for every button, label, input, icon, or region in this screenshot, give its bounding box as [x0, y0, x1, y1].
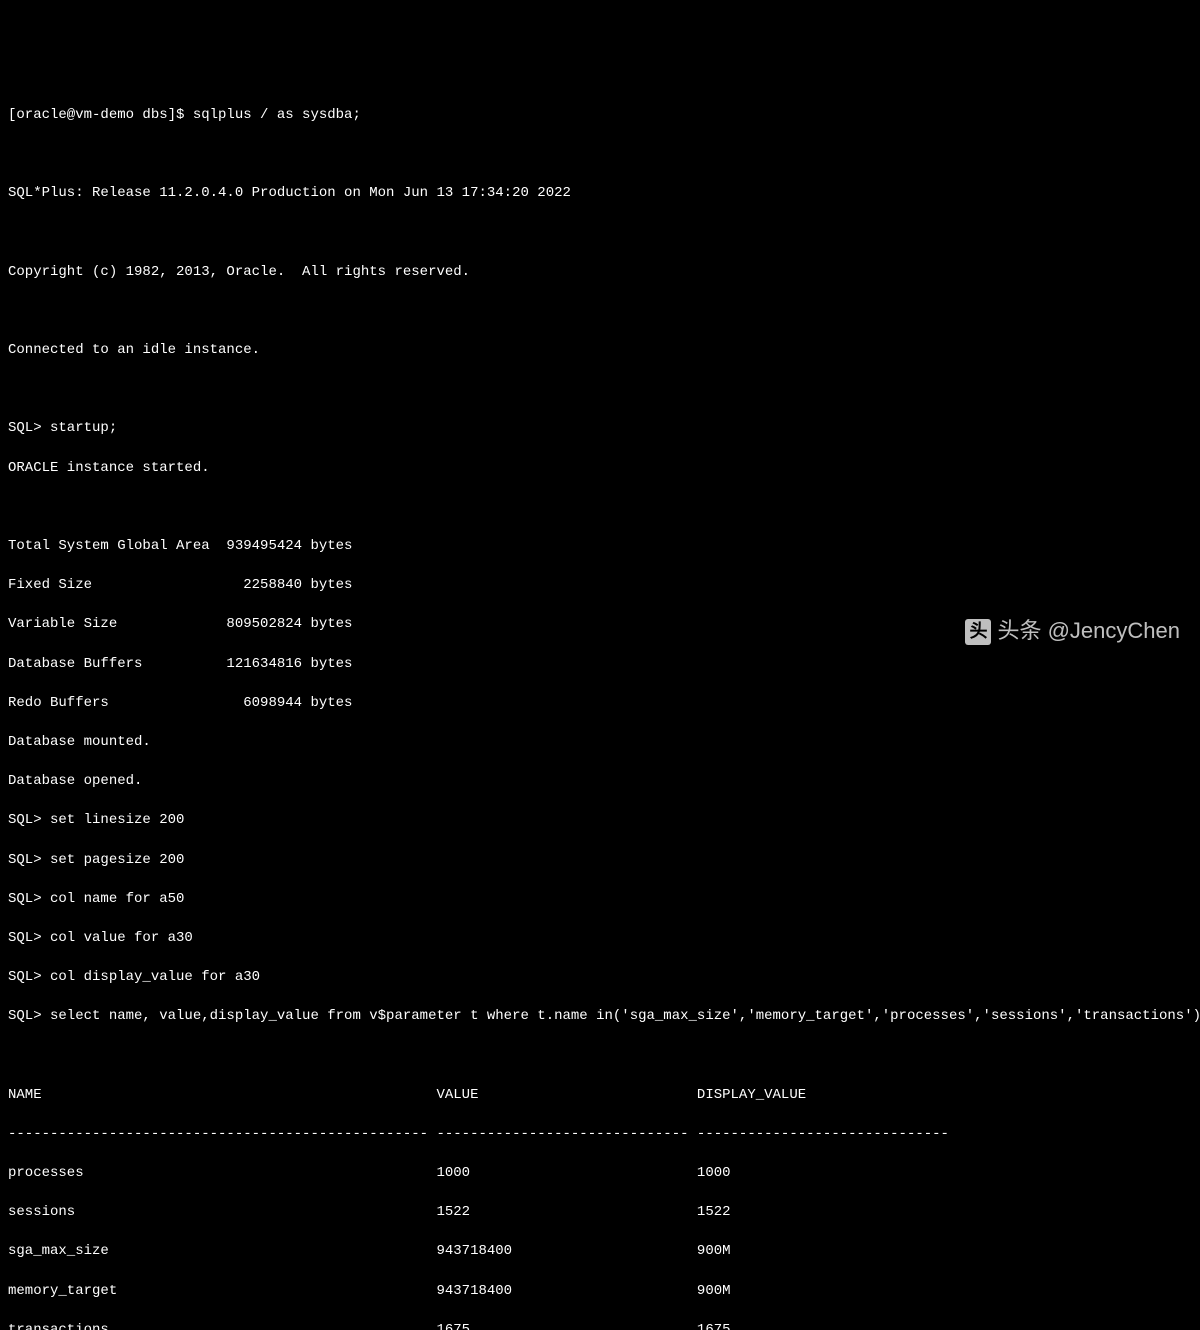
- sql-query-line: SQL> select name, value,display_value fr…: [8, 1007, 1192, 1027]
- result-row-transactions: transactions 1675 1675: [8, 1321, 1192, 1330]
- result-header: NAME VALUE DISPLAY_VALUE: [8, 1086, 1192, 1106]
- result-row-processes: processes 1000 1000: [8, 1164, 1192, 1184]
- sga-buffers-line: Database Buffers 121634816 bytes: [8, 655, 1192, 675]
- copyright-line: Copyright (c) 1982, 2013, Oracle. All ri…: [8, 263, 1192, 283]
- result-row-memory-target: memory_target 943718400 900M: [8, 1282, 1192, 1302]
- blank-line: [8, 145, 1192, 165]
- terminal-output[interactable]: [oracle@vm-demo dbs]$ sqlplus / as sysdb…: [8, 86, 1192, 1330]
- blank-line: [8, 380, 1192, 400]
- toutiao-icon: 头: [965, 619, 991, 645]
- result-divider: ----------------------------------------…: [8, 1125, 1192, 1145]
- db-opened-line: Database opened.: [8, 772, 1192, 792]
- sql-command-col-display: SQL> col display_value for a30: [8, 968, 1192, 988]
- sql-command-startup: SQL> startup;: [8, 419, 1192, 439]
- sqlplus-banner: SQL*Plus: Release 11.2.0.4.0 Production …: [8, 184, 1192, 204]
- sql-command-col-value: SQL> col value for a30: [8, 929, 1192, 949]
- sql-command-col-name: SQL> col name for a50: [8, 890, 1192, 910]
- watermark-text: 头条 @JencyChen: [997, 616, 1180, 647]
- sql-command-pagesize: SQL> set pagesize 200: [8, 851, 1192, 871]
- sga-redo-line: Redo Buffers 6098944 bytes: [8, 694, 1192, 714]
- watermark: 头 头条 @JencyChen: [965, 616, 1180, 647]
- instance-started-line: ORACLE instance started.: [8, 459, 1192, 479]
- blank-line: [8, 224, 1192, 244]
- sga-total-line: Total System Global Area 939495424 bytes: [8, 537, 1192, 557]
- blank-line: [8, 498, 1192, 518]
- blank-line: [8, 1046, 1192, 1066]
- shell-prompt-line: [oracle@vm-demo dbs]$ sqlplus / as sysdb…: [8, 106, 1192, 126]
- sga-fixed-line: Fixed Size 2258840 bytes: [8, 576, 1192, 596]
- result-row-sga-max-size: sga_max_size 943718400 900M: [8, 1242, 1192, 1262]
- result-row-sessions: sessions 1522 1522: [8, 1203, 1192, 1223]
- blank-line: [8, 302, 1192, 322]
- sql-command-linesize: SQL> set linesize 200: [8, 811, 1192, 831]
- connected-line: Connected to an idle instance.: [8, 341, 1192, 361]
- db-mounted-line: Database mounted.: [8, 733, 1192, 753]
